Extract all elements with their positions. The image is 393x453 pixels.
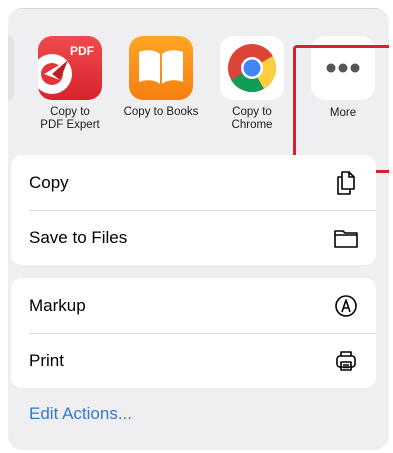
- printer-icon: [332, 347, 360, 375]
- action-label: Markup: [29, 295, 86, 315]
- action-copy[interactable]: Copy: [11, 155, 376, 210]
- partial-app-icon[interactable]: [8, 36, 14, 100]
- action-label: Print: [29, 350, 64, 370]
- share-sheet: PDF Copy to PDF Expert Copy to Books Cop…: [8, 8, 389, 450]
- copy-icon: [332, 169, 360, 197]
- pdf-badge-text: PDF: [70, 44, 94, 58]
- app-row: PDF Copy to PDF Expert Copy to Books Cop…: [8, 36, 389, 173]
- highlight-box: [293, 45, 389, 173]
- app-copy-to-pdf-expert[interactable]: PDF Copy to PDF Expert: [27, 36, 113, 132]
- action-save-to-files[interactable]: Save to Files: [11, 210, 376, 265]
- app-label: Copy to Chrome: [231, 106, 273, 131]
- app-label: Copy to Books: [123, 106, 199, 118]
- app-label: Copy to PDF Expert: [40, 106, 100, 131]
- divider: [8, 8, 389, 9]
- edit-actions-link[interactable]: Edit Actions...: [29, 404, 132, 424]
- action-markup[interactable]: Markup: [11, 278, 376, 333]
- books-icon: [129, 36, 193, 100]
- action-label: Copy: [29, 172, 69, 192]
- markup-icon: [332, 292, 360, 320]
- pdf-expert-icon: PDF: [38, 36, 102, 100]
- app-copy-to-chrome[interactable]: Copy to Chrome: [209, 36, 295, 132]
- app-copy-to-books[interactable]: Copy to Books: [118, 36, 204, 119]
- chrome-icon: [220, 36, 284, 100]
- action-group-2: Markup Print: [11, 278, 376, 388]
- action-group-1: Copy Save to Files: [11, 155, 376, 265]
- action-print[interactable]: Print: [11, 333, 376, 388]
- action-label: Save to Files: [29, 227, 128, 247]
- folder-icon: [332, 224, 360, 252]
